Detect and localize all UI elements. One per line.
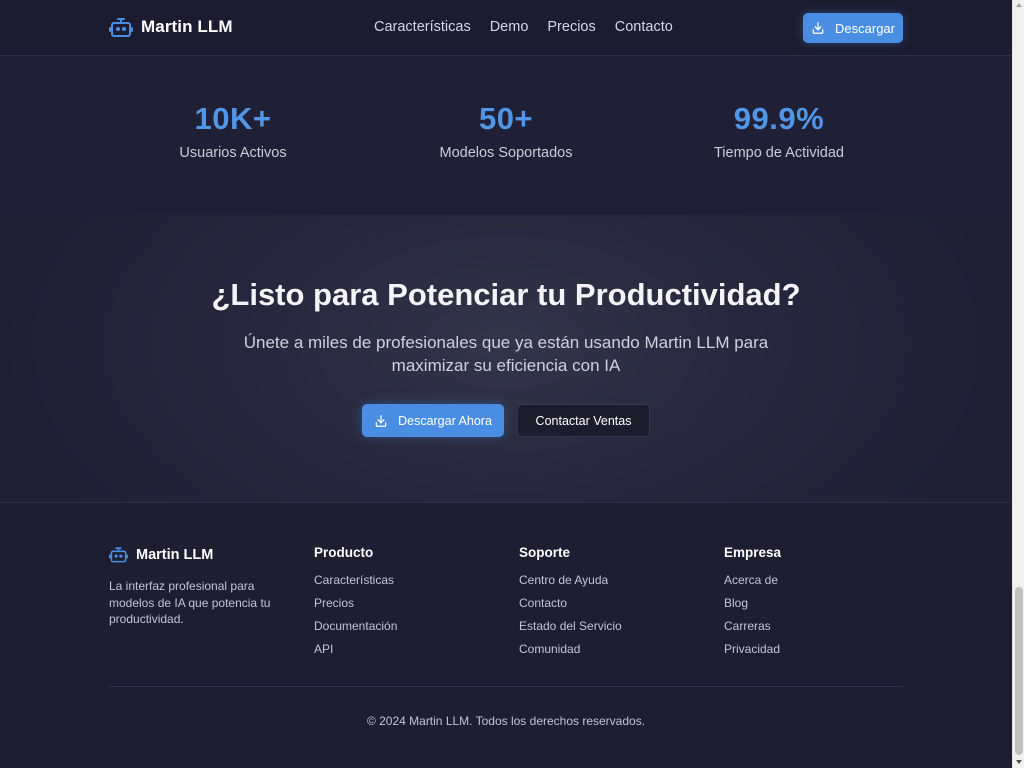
cta-title: ¿Listo para Potenciar tu Productividad?	[211, 277, 801, 312]
nav-link-caracteristicas[interactable]: Características	[374, 19, 471, 35]
vertical-scrollbar[interactable]	[1012, 0, 1024, 768]
stat-value: 50+	[478, 101, 534, 136]
contact-sales-label: Contactar Ventas	[535, 413, 632, 428]
nav-links: Características Demo Precios Contacto	[374, 19, 673, 35]
footer-column-soporte: Soporte Centro de Ayuda Contacto Estado …	[519, 545, 622, 665]
footer-brand[interactable]: Martin LLM	[109, 545, 213, 564]
footer-link-carreras[interactable]: Carreras	[724, 619, 781, 642]
nav-link-precios[interactable]: Precios	[547, 19, 595, 35]
download-now-label: Descargar Ahora	[398, 413, 492, 428]
footer-link-precios[interactable]: Precios	[314, 596, 397, 619]
stat-label: Modelos Soportados	[439, 145, 573, 161]
footer-link-blog[interactable]: Blog	[724, 596, 781, 619]
download-button-label: Descargar	[835, 20, 895, 36]
footer-column-empresa: Empresa Acerca de Blog Carreras Privacid…	[724, 545, 781, 665]
cta-section: ¿Listo para Potenciar tu Productividad? …	[0, 215, 1012, 502]
top-navbar: Martin LLM Características Demo Precios …	[0, 0, 1012, 56]
stat-label: Tiempo de Actividad	[713, 145, 845, 161]
nav-link-contacto[interactable]: Contacto	[615, 19, 673, 35]
robot-icon	[109, 545, 128, 564]
footer-column-title: Empresa	[724, 545, 782, 560]
footer-link-privacidad[interactable]: Privacidad	[724, 642, 781, 665]
stat-value: 99.9%	[733, 101, 825, 136]
stats-section: 10K+ Usuarios Activos 50+ Modelos Soport…	[0, 57, 1012, 215]
stat-value: 10K+	[194, 101, 272, 136]
footer-description: La interfaz profesional para modelos de …	[109, 579, 271, 626]
nav-link-demo[interactable]: Demo	[490, 19, 529, 35]
footer-link-centro-de-ayuda[interactable]: Centro de Ayuda	[519, 573, 622, 596]
footer-brand-name: Martin LLM	[136, 546, 214, 563]
download-icon	[811, 21, 825, 35]
brand-logo[interactable]: Martin LLM	[109, 15, 233, 39]
footer: Martin LLM La interfaz profesional para …	[0, 502, 1012, 768]
cta-subtitle: Únete a miles de profesionales que ya es…	[243, 333, 769, 375]
footer-link-comunidad[interactable]: Comunidad	[519, 642, 622, 665]
landing-page: Martin LLM Características Demo Precios …	[0, 0, 1012, 768]
footer-column-title: Producto	[314, 545, 374, 560]
footer-column-producto: Producto Características Precios Documen…	[314, 545, 397, 665]
footer-link-documentacion[interactable]: Documentación	[314, 619, 397, 642]
download-button[interactable]: Descargar	[803, 13, 903, 43]
footer-link-estado-del-servicio[interactable]: Estado del Servicio	[519, 619, 622, 642]
scroll-down-arrow-icon[interactable]	[1016, 760, 1022, 764]
footer-link-api[interactable]: API	[314, 642, 397, 665]
footer-link-caracteristicas[interactable]: Características	[314, 573, 397, 596]
footer-link-contacto[interactable]: Contacto	[519, 596, 622, 619]
stat-actividad: 99.9% Tiempo de Actividad	[649, 101, 909, 161]
stat-label: Usuarios Activos	[179, 145, 287, 161]
footer-copyright: © 2024 Martin LLM. Todos los derechos re…	[366, 714, 646, 728]
download-now-button[interactable]: Descargar Ahora	[362, 404, 504, 437]
scroll-up-arrow-icon[interactable]	[1016, 3, 1022, 7]
stat-usuarios: 10K+ Usuarios Activos	[103, 101, 363, 161]
footer-divider	[109, 686, 903, 687]
footer-column-title: Soporte	[519, 545, 571, 560]
footer-link-acerca-de[interactable]: Acerca de	[724, 573, 781, 596]
robot-icon	[109, 15, 133, 39]
stat-modelos: 50+ Modelos Soportados	[376, 101, 636, 161]
scrollbar-thumb[interactable]	[1015, 587, 1023, 755]
brand-name: Martin LLM	[141, 17, 233, 36]
contact-sales-button[interactable]: Contactar Ventas	[517, 404, 650, 437]
download-icon	[374, 414, 388, 428]
